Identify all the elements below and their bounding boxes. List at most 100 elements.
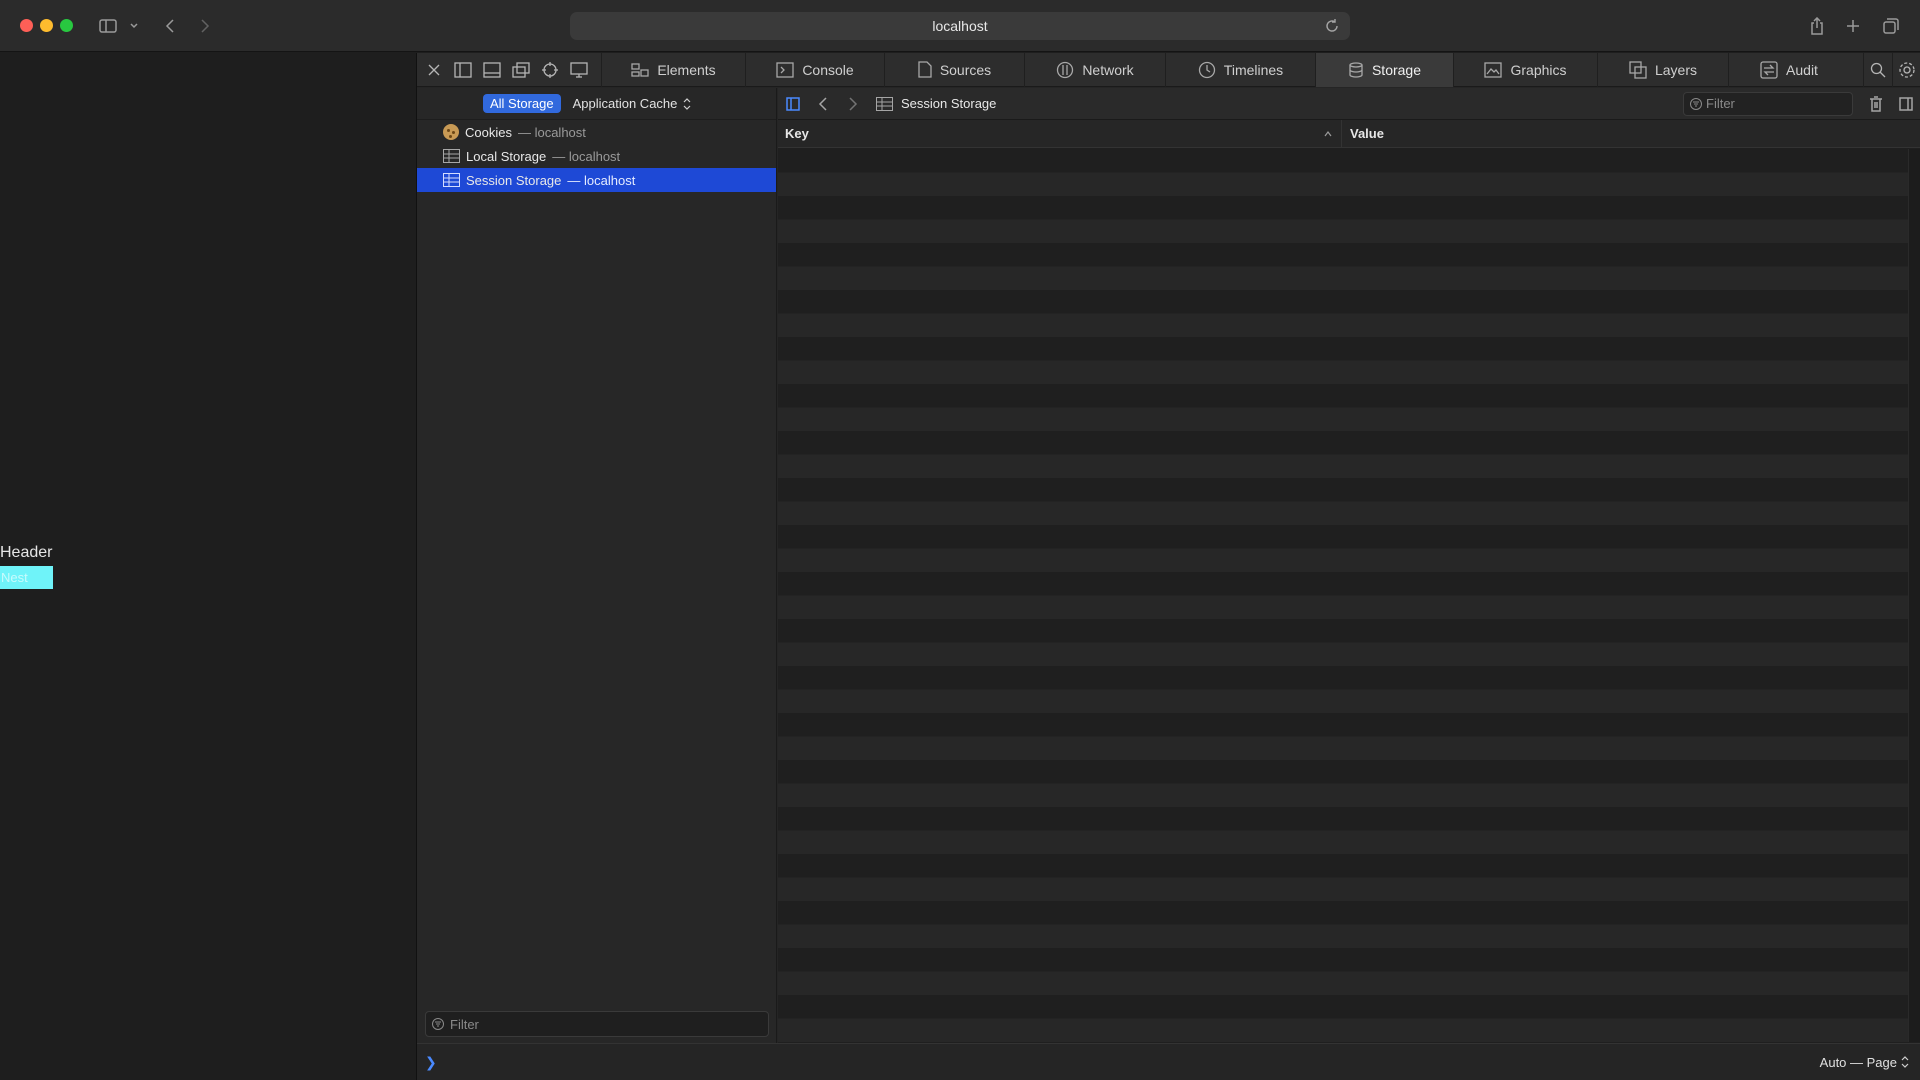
storage-table-header: Key Value [778, 119, 1920, 148]
storage-content: Session Storage Key Value [778, 88, 1920, 1043]
chevron-down-icon[interactable] [127, 14, 141, 38]
tab-sources-label: Sources [939, 61, 992, 78]
console-icon [776, 61, 794, 78]
storage-icon [1349, 61, 1363, 78]
window-zoom-button[interactable] [60, 19, 73, 32]
network-icon [1057, 61, 1074, 78]
close-inspector-icon[interactable] [419, 53, 448, 87]
storage-scope-bar: All Storage Application Cache [417, 88, 776, 120]
audit-icon [1760, 60, 1778, 79]
sidebar-filter-input[interactable] [450, 1016, 730, 1032]
vertical-scrollbar[interactable] [1908, 149, 1920, 1042]
column-header-key[interactable]: Key [778, 119, 1342, 148]
sort-ascending-icon [1324, 130, 1332, 136]
filter-icon [1690, 97, 1702, 110]
console-prompt-icon: ❯ [425, 1053, 437, 1070]
elements-icon [631, 62, 649, 77]
window-minimize-button[interactable] [40, 19, 53, 32]
table-icon [876, 96, 893, 111]
address-bar[interactable]: localhost [570, 12, 1350, 40]
search-icon[interactable] [1863, 52, 1892, 87]
sidebar-item-host: — localhost [552, 148, 621, 164]
web-inspector: Elements Console Sources Network Timelin… [416, 52, 1920, 1080]
element-picker-icon[interactable] [535, 53, 564, 87]
content-filter-input[interactable] [1706, 96, 1846, 111]
tab-network[interactable]: Network [1024, 52, 1165, 87]
timelines-icon [1198, 61, 1215, 78]
tab-sources[interactable]: Sources [884, 52, 1024, 87]
gear-icon[interactable] [1892, 52, 1920, 87]
storage-sidebar: All Storage Application Cache Cookies — … [417, 88, 777, 1043]
tab-elements-label: Elements [657, 61, 716, 78]
new-tab-icon[interactable] [1842, 14, 1864, 38]
table-icon [443, 173, 460, 187]
tab-graphics-label: Graphics [1510, 61, 1567, 78]
forward-icon[interactable] [838, 88, 868, 120]
execution-context-select[interactable]: Auto — Page [1820, 1055, 1909, 1070]
layers-icon [1629, 60, 1647, 79]
tab-network-label: Network [1082, 61, 1134, 78]
graphics-icon [1484, 61, 1503, 78]
detach-window-icon[interactable] [506, 53, 535, 87]
sources-icon [918, 61, 932, 78]
tab-elements[interactable]: Elements [601, 52, 745, 87]
page-nest-box: Nest [0, 566, 53, 589]
trash-icon[interactable] [1861, 88, 1891, 120]
content-nav-right [1861, 88, 1920, 120]
device-settings-icon[interactable] [564, 53, 593, 87]
share-icon[interactable] [1806, 14, 1828, 38]
sidebar-item-label: Local Storage [466, 148, 547, 164]
window-titlebar: localhost [0, 0, 1920, 52]
sidebar-item-local-storage[interactable]: Local Storage — localhost [417, 144, 776, 168]
forward-icon[interactable] [195, 14, 215, 38]
window-close-button[interactable] [20, 19, 33, 32]
content-filter-field[interactable] [1683, 91, 1853, 116]
tab-console-label: Console [802, 61, 854, 78]
tab-timelines[interactable]: Timelines [1165, 52, 1315, 87]
column-value-label: Value [1350, 126, 1384, 141]
page-header-text: Header [0, 544, 53, 561]
toggle-details-sidebar-icon[interactable] [1891, 88, 1920, 120]
dock-bottom-icon[interactable] [477, 53, 506, 87]
back-icon[interactable] [160, 14, 180, 38]
inspector-tab-bar: Elements Console Sources Network Timelin… [417, 52, 1920, 87]
back-icon[interactable] [808, 88, 838, 120]
tab-audit[interactable]: Audit [1728, 52, 1849, 87]
storage-table-body[interactable] [778, 149, 1908, 1042]
scope-all-storage-button[interactable]: All Storage [483, 94, 561, 113]
table-icon [443, 149, 460, 163]
dock-controls [417, 53, 601, 87]
breadcrumb-label: Session Storage [901, 96, 997, 111]
tab-storage-label: Storage [1371, 61, 1422, 78]
breadcrumb[interactable]: Session Storage [876, 96, 996, 111]
web-page-viewport: Header Nest [0, 53, 416, 1080]
cookie-icon [443, 124, 459, 140]
toggle-navigation-sidebar-icon[interactable] [778, 88, 808, 120]
up-down-chevron-icon [1901, 1056, 1909, 1068]
up-down-chevron-icon [683, 97, 691, 110]
sidebar-item-host: — localhost [517, 124, 586, 140]
sidebar-toggle-icon[interactable] [97, 14, 119, 38]
execution-context-label: Auto — Page [1819, 1054, 1897, 1070]
tab-layers-label: Layers [1654, 61, 1698, 78]
scope-application-cache-select[interactable]: Application Cache [573, 96, 692, 111]
inspector-right-tools [1863, 52, 1920, 87]
tab-audit-label: Audit [1786, 61, 1818, 78]
reload-icon[interactable] [1324, 18, 1340, 37]
tab-storage[interactable]: Storage [1315, 52, 1453, 87]
tab-overview-icon[interactable] [1880, 14, 1902, 38]
sidebar-item-session-storage[interactable]: Session Storage — localhost [417, 168, 776, 192]
sidebar-item-label: Cookies [465, 124, 512, 140]
tab-graphics[interactable]: Graphics [1453, 52, 1597, 87]
sidebar-item-cookies[interactable]: Cookies — localhost [417, 120, 776, 144]
tab-layers[interactable]: Layers [1597, 52, 1728, 87]
column-header-value[interactable]: Value [1342, 126, 1384, 141]
sidebar-item-label: Session Storage [466, 172, 562, 188]
scope-select-label: Application Cache [572, 96, 678, 111]
column-key-label: Key [785, 126, 809, 141]
dock-left-icon[interactable] [448, 53, 477, 87]
quick-console[interactable]: ❯ Auto — Page [417, 1043, 1920, 1080]
sidebar-filter-field[interactable] [425, 1011, 769, 1037]
tab-console[interactable]: Console [745, 52, 884, 87]
address-url: localhost [932, 18, 988, 34]
